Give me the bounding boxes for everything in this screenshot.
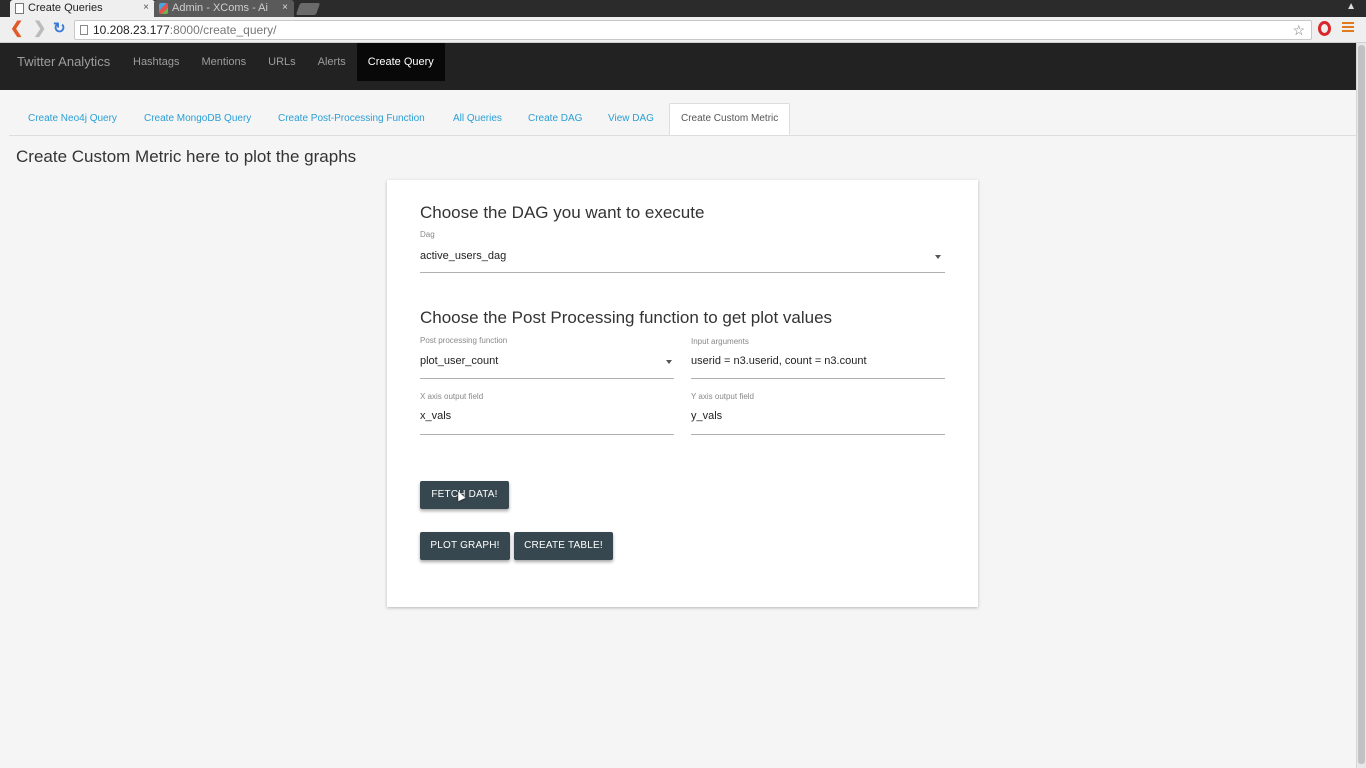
brand-link[interactable]: Twitter Analytics	[17, 43, 110, 81]
nav-create-query[interactable]: Create Query	[356, 43, 445, 81]
reload-icon[interactable]: ↻	[53, 20, 66, 38]
input-arguments-value: userid = n3.userid, count = n3.count	[691, 355, 867, 367]
dag-heading: Choose the DAG you want to execute	[420, 203, 705, 222]
dropdown-caret-icon	[935, 255, 941, 259]
url-host: 10.208.23.177	[93, 23, 170, 37]
tab-title: Create Queries	[28, 2, 103, 14]
opera-icon[interactable]	[1318, 21, 1331, 36]
x-axis-output-field[interactable]: X axis output field x_vals	[420, 391, 674, 435]
back-icon[interactable]: ❮	[10, 20, 23, 38]
subtabs: Create Neo4j Query Create MongoDB Query …	[9, 90, 1356, 136]
close-icon[interactable]: ×	[143, 0, 149, 16]
airflow-icon	[159, 3, 168, 14]
url-path: :8000/create_query/	[169, 23, 277, 37]
app-navbar: Twitter Analytics Hashtags Mentions URLs…	[0, 43, 1356, 90]
dag-label: Dag	[420, 230, 435, 239]
nav-urls[interactable]: URLs	[257, 43, 307, 81]
input-arguments-label: Input arguments	[691, 337, 749, 346]
browser-tab-create-queries[interactable]: Create Queries ×	[10, 0, 155, 17]
post-processing-heading: Choose the Post Processing function to g…	[420, 308, 833, 327]
nav-alerts[interactable]: Alerts	[307, 43, 357, 81]
y-axis-label: Y axis output field	[691, 392, 755, 401]
post-processing-label: Post processing function	[420, 336, 508, 345]
create-table-button[interactable]: CREATE TABLE!	[514, 532, 613, 560]
app-nav: Hashtags Mentions URLs Alerts Create Que…	[122, 43, 445, 81]
tab-create-neo4j-query[interactable]: Create Neo4j Query	[17, 104, 128, 134]
page-scrollbar[interactable]	[1356, 43, 1366, 768]
tab-create-mongodb-query[interactable]: Create MongoDB Query	[133, 104, 262, 134]
dag-select[interactable]: Dag active_users_dag	[420, 230, 945, 273]
page-icon	[15, 3, 24, 14]
dag-value: active_users_dag	[420, 250, 507, 262]
tab-create-custom-metric[interactable]: Create Custom Metric	[669, 103, 791, 135]
tab-create-post-processing-function[interactable]: Create Post-Processing Function	[267, 104, 436, 134]
user-icon[interactable]: ▲	[1346, 1, 1356, 12]
input-arguments-field[interactable]: Input arguments userid = n3.userid, coun…	[691, 336, 945, 379]
scrollbar-thumb[interactable]	[1358, 45, 1365, 764]
browser-tabstrip: Create Queries × Admin - XComs - Ai × ▲	[0, 0, 1366, 17]
dropdown-caret-icon	[666, 360, 672, 364]
star-icon[interactable]: ☆	[1292, 21, 1305, 39]
browser-tab-admin-xcoms[interactable]: Admin - XComs - Ai ×	[154, 0, 294, 17]
page-title: Create Custom Metric here to plot the gr…	[16, 147, 357, 166]
menu-icon[interactable]	[1342, 22, 1354, 34]
address-bar[interactable]: 10.208.23.177:8000/create_query/ ☆	[74, 20, 1312, 40]
y-axis-output-field[interactable]: Y axis output field y_vals	[691, 391, 945, 435]
nav-mentions[interactable]: Mentions	[190, 43, 257, 81]
close-icon[interactable]: ×	[282, 0, 288, 16]
tab-view-dag[interactable]: View DAG	[597, 104, 665, 134]
page: Twitter Analytics Hashtags Mentions URLs…	[0, 43, 1356, 768]
custom-metric-card: Choose the DAG you want to execute Dag a…	[387, 180, 978, 607]
nav-hashtags[interactable]: Hashtags	[122, 43, 190, 81]
page-icon	[80, 25, 88, 35]
tab-all-queries[interactable]: All Queries	[442, 104, 513, 134]
post-processing-value: plot_user_count	[420, 355, 499, 367]
post-processing-function-select[interactable]: Post processing function plot_user_count	[420, 336, 674, 379]
tab-title: Admin - XComs - Ai	[172, 2, 268, 14]
plot-graph-button[interactable]: PLOT GRAPH!	[420, 532, 510, 560]
y-axis-value: y_vals	[691, 410, 723, 422]
x-axis-label: X axis output field	[420, 392, 484, 401]
tab-create-dag[interactable]: Create DAG	[517, 104, 593, 134]
forward-icon[interactable]: ❯	[33, 20, 46, 38]
new-tab-button[interactable]	[295, 3, 321, 15]
browser-toolbar: ❮ ❯ ↻ 10.208.23.177:8000/create_query/ ☆	[0, 17, 1366, 43]
x-axis-value: x_vals	[420, 410, 452, 422]
